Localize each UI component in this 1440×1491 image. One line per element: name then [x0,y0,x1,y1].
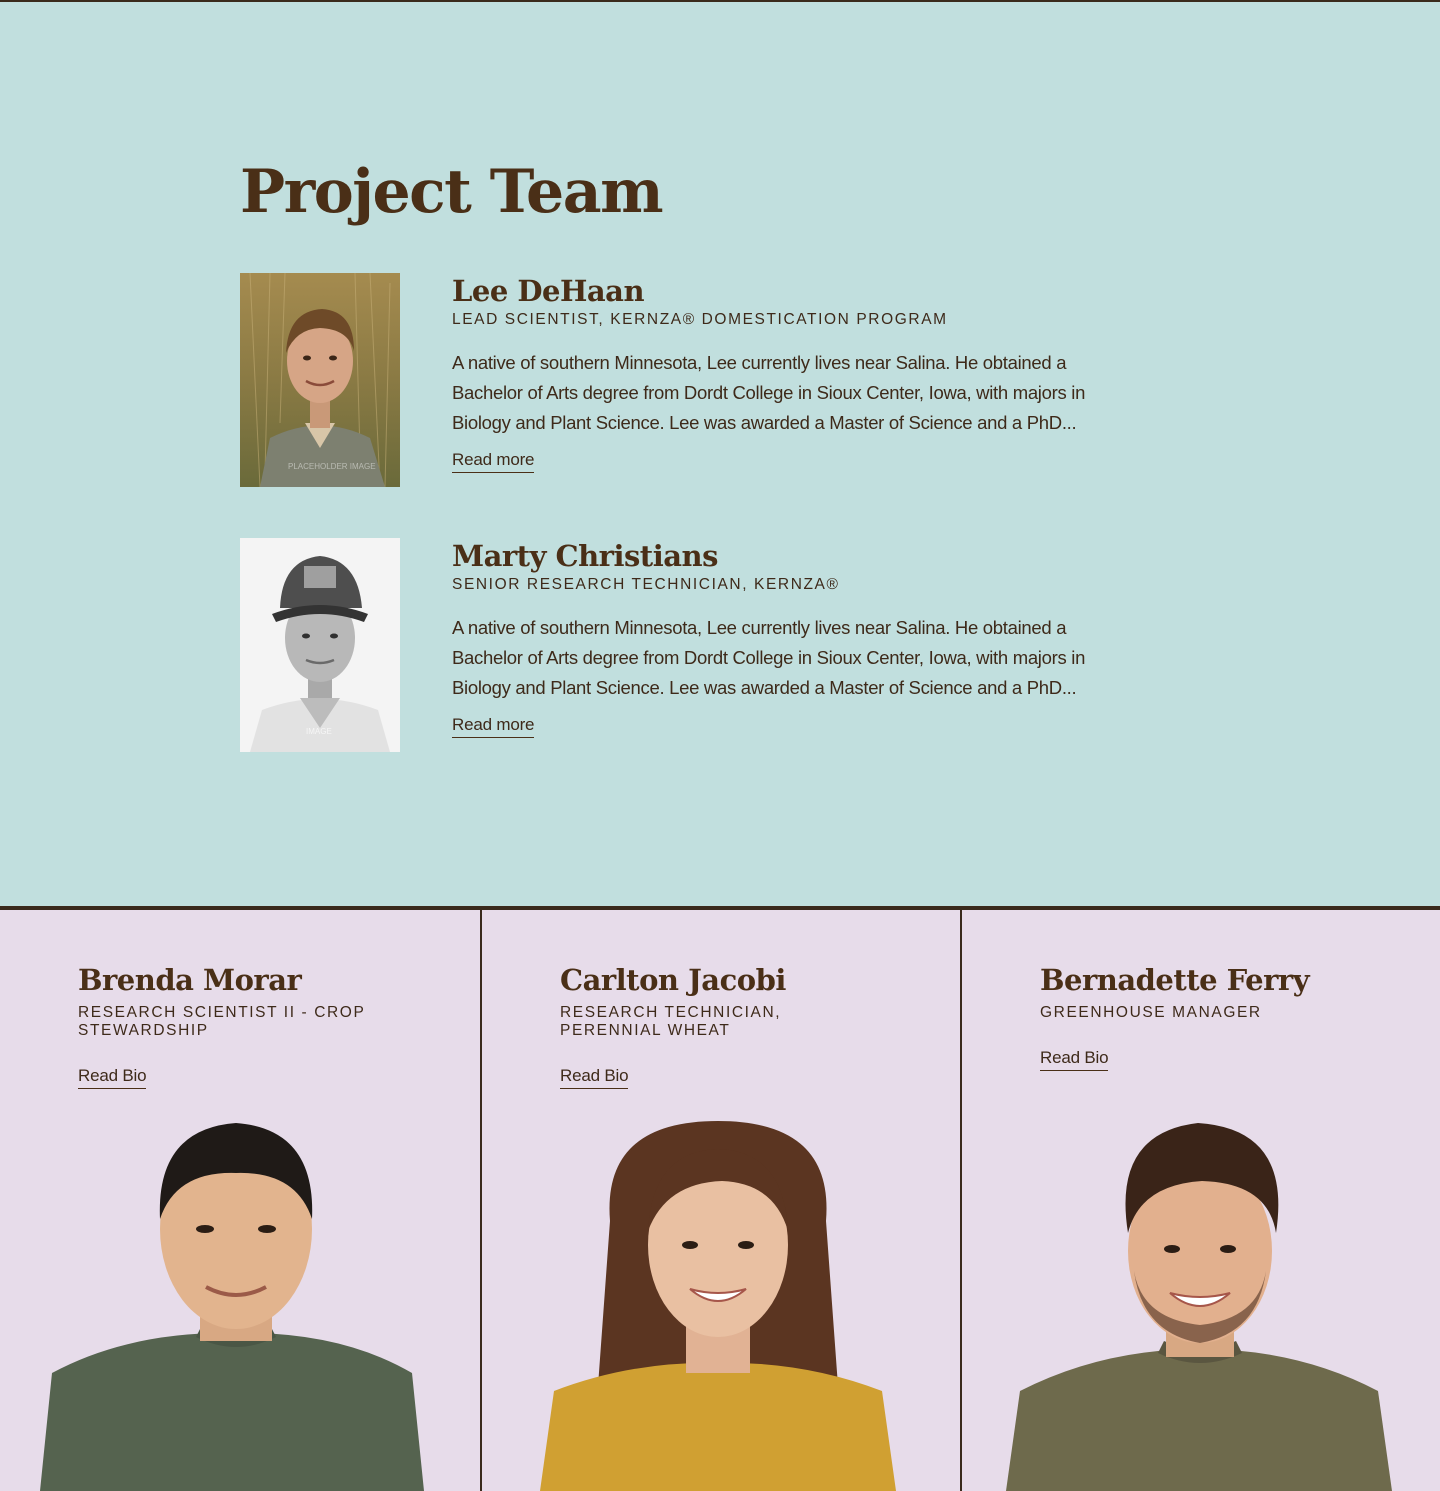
member-bio: A native of southern Minnesota, Lee curr… [452,617,1086,698]
team-member-featured: PLACEHOLDER IMAGE Lee DeHaan LEAD SCIENT… [240,273,1140,487]
card-name: Brenda Morar [78,963,302,997]
member-info: Marty Christians SENIOR RESEARCH TECHNIC… [452,538,1152,738]
team-card: Carlton Jacobi RESEARCH TECHNICIAN, PERE… [480,910,960,1491]
card-photo [40,1123,424,1491]
member-name: Marty Christians [452,539,718,573]
svg-text:PLACEHOLDER IMAGE: PLACEHOLDER IMAGE [288,462,376,471]
card-photo [1006,1123,1392,1491]
read-bio-link[interactable]: Read Bio [78,1064,147,1089]
read-bio-link[interactable]: Read Bio [1040,1046,1109,1071]
team-card: Bernadette Ferry GREENHOUSE MANAGER Read… [960,910,1440,1491]
section-title: Project Team [240,157,664,227]
member-role: LEAD SCIENTIST, KERNZA® DOMESTICATION PR… [452,311,948,328]
card-photo [540,1121,896,1491]
team-member-featured: IMAGE Marty Christians SENIOR RESEARCH T… [240,538,1140,752]
member-bio: A native of southern Minnesota, Lee curr… [452,352,1086,433]
read-bio-link[interactable]: Read Bio [560,1064,629,1089]
card-role: RESEARCH TECHNICIAN, PERENNIAL WHEAT [560,1004,782,1039]
member-name: Lee DeHaan [452,274,645,308]
read-more-link[interactable]: Read more [452,448,534,473]
project-team-section: Project Team PLACEHOLDER IMAGE Lee DeHaa… [0,0,1440,908]
sweater [540,1362,896,1491]
card-role: RESEARCH SCIENTIST II - CROP STEWARDSHIP [78,1004,366,1039]
card-name: Carlton Jacobi [560,963,786,997]
sweater [40,1332,424,1491]
member-photo: IMAGE [240,538,400,752]
card-name: Bernadette Ferry [1040,963,1310,997]
member-info: Lee DeHaan LEAD SCIENTIST, KERNZA® DOMES… [452,273,1152,473]
sweater [1006,1349,1392,1491]
team-card: Brenda Morar RESEARCH SCIENTIST II - CRO… [0,910,480,1491]
card-role: GREENHOUSE MANAGER [1040,1004,1262,1021]
read-more-link[interactable]: Read more [452,713,534,738]
member-role: SENIOR RESEARCH TECHNICIAN, KERNZA® [452,576,840,593]
member-photo: PLACEHOLDER IMAGE [240,273,400,487]
team-cards-row: Brenda Morar RESEARCH SCIENTIST II - CRO… [0,906,1440,1491]
svg-text:IMAGE: IMAGE [306,727,332,736]
